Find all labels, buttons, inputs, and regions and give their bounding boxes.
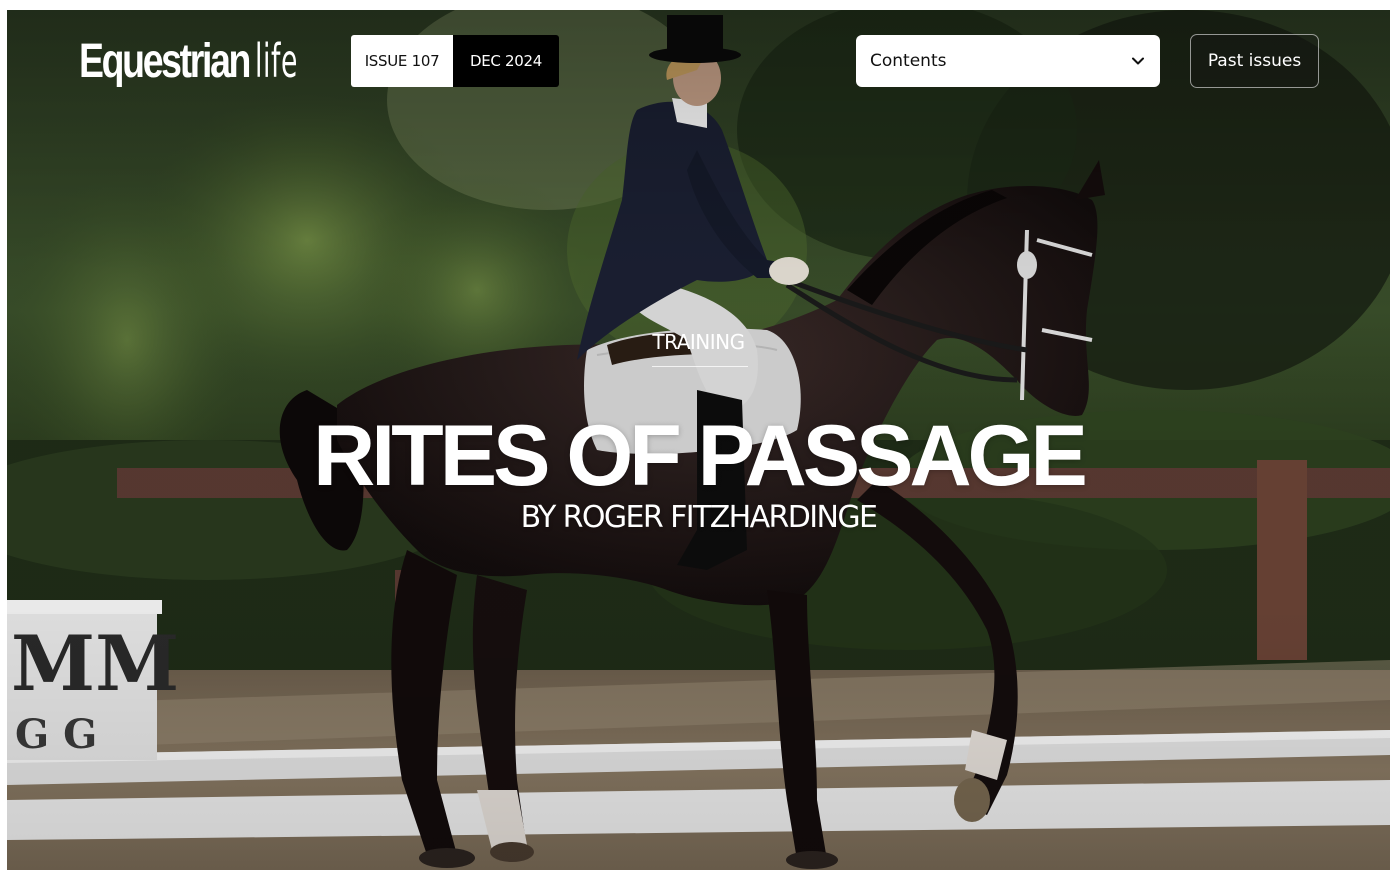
article-title: RITES OF PASSAGE bbox=[313, 408, 1088, 504]
logo-secondary: life bbox=[255, 34, 299, 88]
category-underline bbox=[652, 366, 748, 367]
site-logo[interactable]: Equestrian life bbox=[79, 30, 329, 92]
issue-date: DEC 2024 bbox=[453, 35, 559, 87]
contents-dropdown-label: Contents bbox=[870, 51, 947, 71]
issue-number: ISSUE 107 bbox=[351, 35, 453, 87]
arena-marker-g: G G bbox=[15, 711, 97, 758]
contents-dropdown[interactable]: Contents bbox=[856, 35, 1160, 87]
past-issues-button[interactable]: Past issues bbox=[1190, 34, 1319, 88]
article-byline: BY ROGER FITZHARDINGE bbox=[520, 500, 878, 535]
article-category[interactable]: TRAINING bbox=[7, 330, 1390, 354]
issue-badge: ISSUE 107 DEC 2024 bbox=[351, 35, 559, 87]
chevron-down-icon bbox=[1130, 53, 1146, 69]
article-hero: MM G G Equestrian life ISSUE 107 DEC 202… bbox=[7, 10, 1390, 870]
arena-marker-m: MM bbox=[11, 619, 179, 708]
logo-primary: Equestrian bbox=[79, 35, 251, 88]
